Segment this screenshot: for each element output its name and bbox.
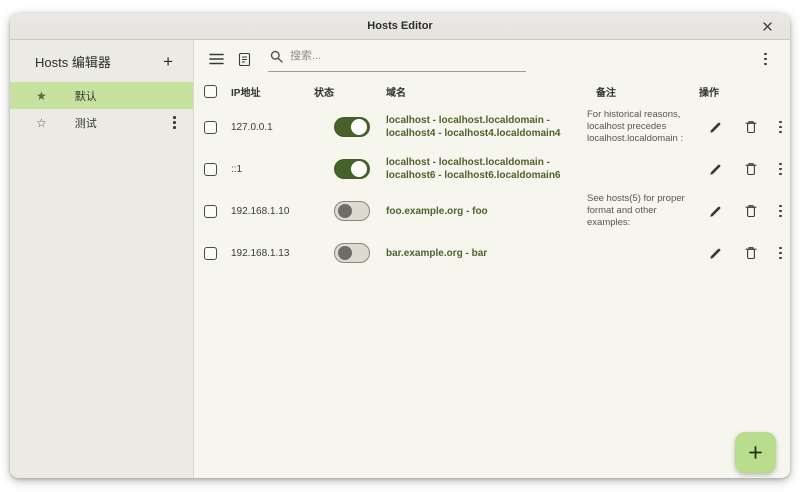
sidebar-item-label: 测试 [75,115,97,131]
col-header-status: 状态 [314,84,386,99]
trash-icon [745,162,757,176]
titlebar[interactable]: Hosts Editor [10,13,790,40]
row-menu-button[interactable] [776,160,785,179]
row-checkbox[interactable] [204,163,217,176]
trash-icon [745,120,757,134]
row-actions [699,158,790,180]
sidebar-header: Hosts 编辑器 + [10,40,193,82]
plus-icon [749,446,762,459]
edit-button[interactable] [705,117,726,138]
row-checkbox[interactable] [204,247,217,260]
sidebar: Hosts 编辑器 + ★ 默认 ☆ 测试 [10,40,194,478]
col-header-note: 备注 [596,84,699,99]
delete-button[interactable] [741,200,761,222]
hosts-table: IP地址 状态 域名 备注 操作 127.0.0.1 localhost - l… [194,78,790,273]
status-toggle[interactable] [334,243,370,263]
edit-button[interactable] [705,201,726,222]
note-cell: For historical reasons, localhost preced… [587,109,699,145]
ip-cell: 192.168.1.13 [231,248,314,259]
file-button[interactable] [234,48,255,71]
star-outline-icon: ☆ [36,117,47,129]
sidebar-title: Hosts 编辑器 [35,52,111,71]
host-row: ::1 localhost - localhost.localdomain - … [202,149,790,189]
status-toggle[interactable] [334,159,370,179]
pencil-icon [709,121,722,134]
edit-button[interactable] [705,159,726,180]
sidebar-item-label: 默认 [75,88,97,104]
select-all-checkbox[interactable] [204,85,217,98]
close-button[interactable] [757,13,778,39]
domain-cell: foo.example.org - foo [386,205,587,218]
status-toggle[interactable] [334,117,370,137]
sidebar-item-default[interactable]: ★ 默认 [10,82,193,109]
menu-button[interactable] [205,49,228,69]
window-title: Hosts Editor [367,20,432,32]
domain-cell: localhost - localhost.localdomain - loca… [386,114,587,140]
edit-button[interactable] [705,243,726,264]
row-menu-button[interactable] [776,118,785,137]
host-row: 192.168.1.13 bar.example.org - bar [202,233,790,273]
row-actions [699,242,790,264]
pencil-icon [709,205,722,218]
col-header-actions: 操作 [699,84,790,99]
star-filled-icon: ★ [36,90,47,102]
col-header-domain: 域名 [386,84,587,99]
ip-cell: ::1 [231,164,314,175]
search-input[interactable] [290,50,490,62]
document-icon [238,52,251,67]
table-header: IP地址 状态 域名 备注 操作 [202,78,790,105]
delete-button[interactable] [741,158,761,180]
ip-cell: 192.168.1.10 [231,206,314,217]
domain-cell: bar.example.org - bar [386,247,587,260]
hamburger-icon [209,53,224,65]
trash-icon [745,246,757,260]
row-menu-button[interactable] [776,202,785,221]
hosts-editor-window: Hosts Editor Hosts 编辑器 + ★ 默认 ☆ 测试 [10,13,790,478]
delete-button[interactable] [741,116,761,138]
trash-icon [745,204,757,218]
main-menu-button[interactable] [761,50,770,69]
sidebar-item-test[interactable]: ☆ 测试 [10,109,193,136]
note-cell: See hosts(5) for proper format and other… [587,193,699,229]
host-lists: ★ 默认 ☆ 测试 [10,82,193,136]
row-checkbox[interactable] [204,121,217,134]
host-row: 127.0.0.1 localhost - localhost.localdom… [202,105,790,149]
row-menu-button[interactable] [776,244,785,263]
row-checkbox[interactable] [204,205,217,218]
item-menu-button[interactable] [170,113,179,132]
delete-button[interactable] [741,242,761,264]
status-toggle[interactable] [334,201,370,221]
col-header-ip: IP地址 [231,84,314,99]
host-row: 192.168.1.10 foo.example.org - foo See h… [202,189,790,233]
search-icon [270,50,283,63]
close-icon [763,22,772,31]
add-list-button[interactable]: + [159,51,177,72]
pencil-icon [709,247,722,260]
ip-cell: 127.0.0.1 [231,122,314,133]
toolbar [194,40,790,78]
search-entry[interactable] [268,47,526,72]
domain-cell: localhost - localhost.localdomain - loca… [386,156,587,182]
add-host-button[interactable] [735,432,776,473]
pencil-icon [709,163,722,176]
row-actions [699,116,790,138]
row-actions [699,200,790,222]
main-panel: IP地址 状态 域名 备注 操作 127.0.0.1 localhost - l… [194,40,790,478]
table-body: 127.0.0.1 localhost - localhost.localdom… [202,105,790,273]
